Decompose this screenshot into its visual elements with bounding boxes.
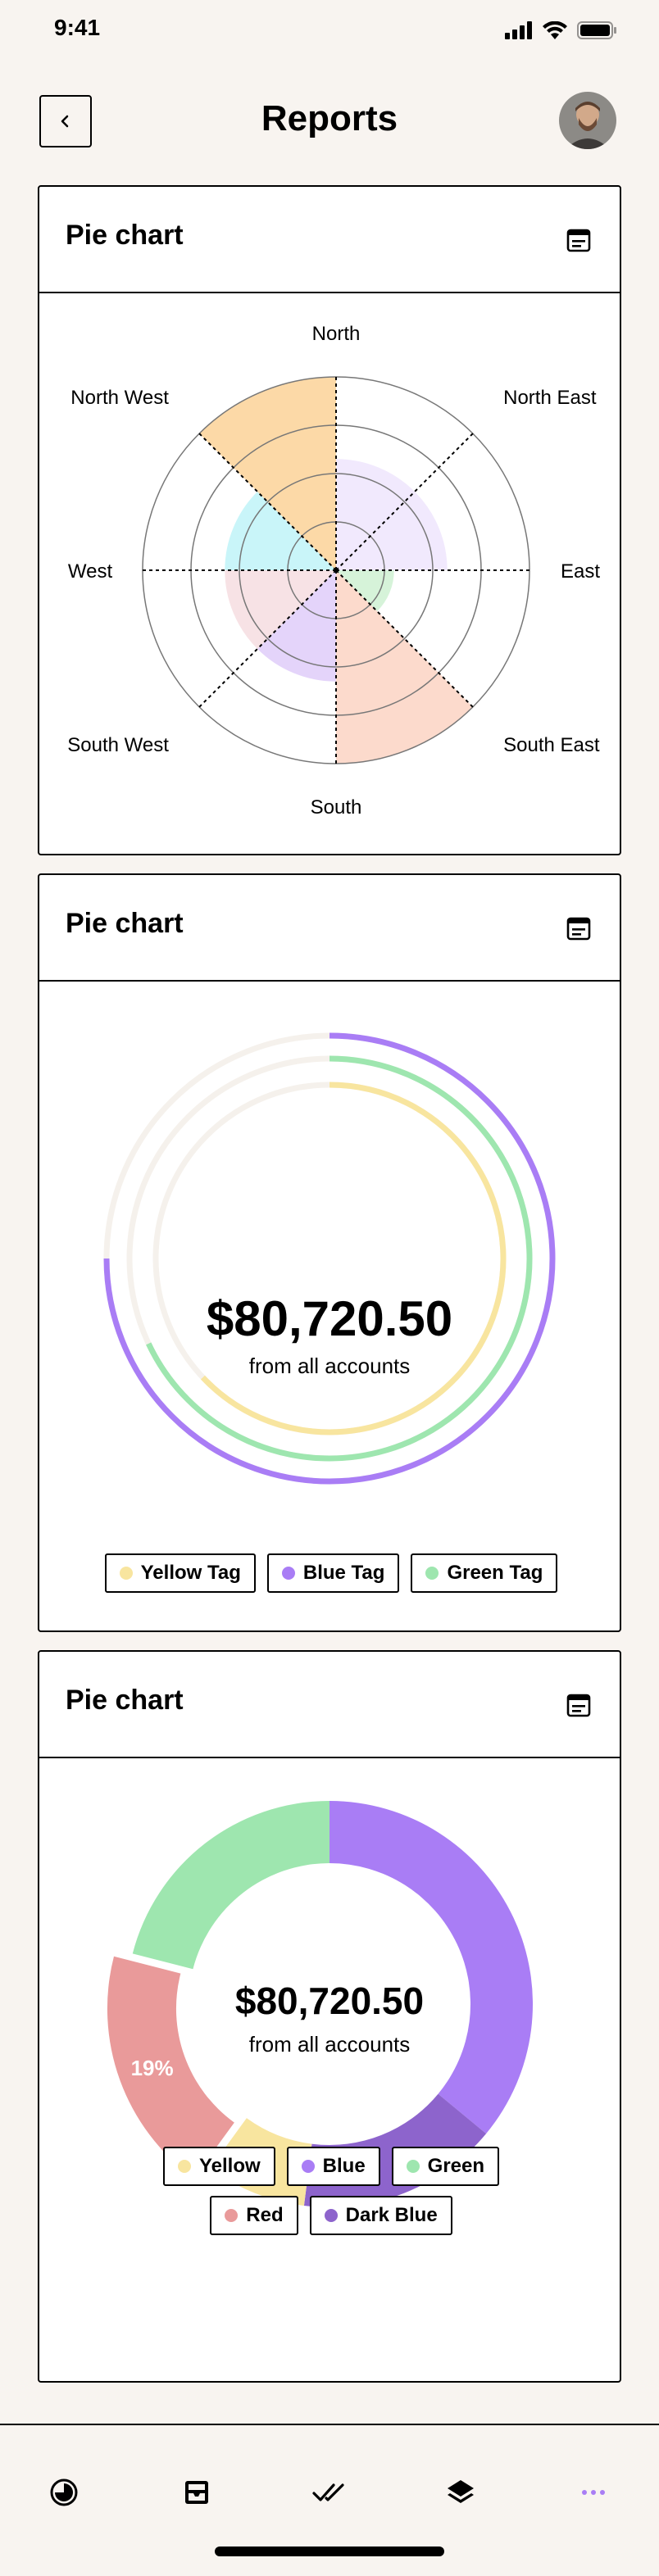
legend-tag-blue[interactable]: Blue Tag: [266, 1553, 400, 1593]
total-amount: $80,720.50: [235, 1980, 424, 2022]
card-title: Pie chart: [66, 220, 184, 251]
inbox-icon: [185, 2481, 208, 2504]
tab-more[interactable]: [569, 2468, 618, 2517]
avatar[interactable]: [559, 92, 616, 149]
legend-label: Yellow: [198, 2155, 261, 2177]
radial-rings-chart: $80,720.50 from all accounts: [103, 1032, 556, 1485]
tab-reports[interactable]: [39, 2468, 89, 2517]
status-bar: 9:41: [0, 0, 659, 62]
wifi-icon: [543, 21, 567, 39]
donut-legend-row-1: Yellow Blue Green: [39, 2147, 623, 2186]
legend-tag-blue[interactable]: Blue: [286, 2147, 380, 2186]
tab-inbox[interactable]: [172, 2468, 221, 2517]
polar-label-north: North: [312, 323, 361, 345]
polar-label-north-west: North West: [70, 387, 169, 409]
blue-dot: [301, 2160, 315, 2173]
legend-label: Blue: [322, 2155, 366, 2177]
layers-icon: [448, 2480, 474, 2503]
total-amount: $80,720.50: [207, 1291, 452, 1346]
rings-legend: Yellow Tag Blue Tag Green Tag: [39, 1553, 623, 1593]
blue-dot: [281, 1567, 295, 1580]
legend-tag-red[interactable]: Red: [210, 2196, 298, 2235]
card-header: Pie chart: [39, 875, 620, 982]
ring-yellow-tag: [200, 1082, 507, 1435]
legend-label: Green Tag: [447, 1562, 543, 1584]
red-dot: [225, 2209, 239, 2222]
polar-label-east: East: [561, 560, 600, 583]
polar-area-chart: North North East East South East South South …: [67, 323, 600, 819]
calendar-icon[interactable]: [564, 913, 593, 942]
tab-bar: [0, 2424, 659, 2576]
home-indicator: [215, 2547, 444, 2556]
calendar-icon[interactable]: [564, 224, 593, 254]
legend-tag-green[interactable]: Green: [391, 2147, 500, 2186]
legend-tag-yellow[interactable]: Yellow Tag: [104, 1553, 256, 1593]
polar-label-north-east: North East: [503, 387, 597, 409]
donut-slice-green[interactable]: [132, 1801, 330, 1970]
polar-label-south-west: South West: [67, 734, 169, 756]
green-dot: [425, 1567, 439, 1580]
polar-label-south-east: South East: [503, 734, 600, 756]
tab-done[interactable]: [305, 2468, 354, 2517]
card-header: Pie chart: [39, 187, 620, 293]
rings-chart-card: Pie chart $80,720.50 from all accounts Y…: [38, 873, 621, 1632]
dark-blue-dot: [324, 2209, 338, 2222]
tab-layers[interactable]: [436, 2468, 485, 2517]
more-icon: [582, 2490, 605, 2495]
green-dot: [406, 2160, 420, 2173]
donut-slice-blue[interactable]: [330, 1801, 533, 2134]
header: Reports: [0, 82, 659, 161]
legend-tag-yellow[interactable]: Yellow: [162, 2147, 275, 2186]
battery-icon: [577, 21, 616, 39]
yellow-dot: [177, 2160, 191, 2173]
polar-chart-card: Pie chart North North East East South East S…: [38, 185, 621, 855]
donut-slice-label: 19%: [131, 2056, 174, 2080]
ring-green-tag: [146, 1055, 533, 1462]
card-header: Pie chart: [39, 1652, 620, 1758]
legend-label: Blue Tag: [302, 1562, 385, 1584]
card-title: Pie chart: [66, 908, 184, 939]
legend-label: Dark Blue: [345, 2204, 438, 2226]
card-title: Pie chart: [66, 1685, 184, 1716]
donut-legend-row-2: Red Dark Blue: [39, 2196, 623, 2235]
legend-tag-green[interactable]: Green Tag: [411, 1553, 558, 1593]
legend-tag-dark-blue[interactable]: Dark Blue: [309, 2196, 452, 2235]
yellow-dot: [119, 1567, 133, 1580]
legend-label: Green: [427, 2155, 485, 2177]
signal-icon: [505, 21, 532, 39]
legend-label: Yellow Tag: [140, 1562, 241, 1584]
status-time: 9:41: [54, 15, 101, 40]
donut-chart-card: Pie chart $80,720.50 from all accounts 1…: [38, 1650, 621, 2383]
reports-icon: [50, 2478, 78, 2506]
polar-label-west: West: [68, 560, 113, 583]
total-subtitle: from all accounts: [249, 1354, 411, 1378]
calendar-icon[interactable]: [564, 1689, 593, 1719]
polar-wedge-south-east: [336, 570, 473, 764]
done-all-icon: [312, 2483, 344, 2501]
status-icons: [505, 21, 616, 39]
legend-label: Red: [246, 2204, 284, 2226]
total-subtitle: from all accounts: [249, 2032, 411, 2057]
polar-label-south: South: [311, 796, 362, 819]
